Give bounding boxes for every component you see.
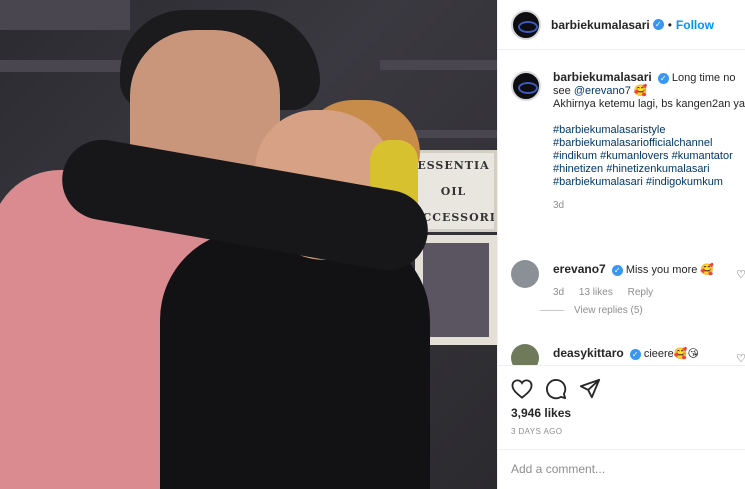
heart-icon[interactable]: ♡ [736, 352, 745, 365]
share-icon[interactable] [579, 378, 601, 400]
comment-text: Miss you more 🥰 [625, 264, 715, 276]
shelf [0, 0, 130, 30]
caption-username[interactable]: barbiekumalasari [553, 70, 652, 84]
verified-icon: ✓ [629, 348, 641, 360]
likes-count[interactable]: 3,946 likes [511, 406, 571, 420]
header-username[interactable]: barbiekumalasari [551, 18, 650, 32]
heart-icon[interactable] [511, 379, 533, 399]
divider [540, 309, 564, 311]
caption-text: barbiekumalasari ✓ Long time no see @ere… [553, 71, 745, 212]
verified-icon: ✓ [611, 264, 623, 276]
sign-line: OIL [440, 185, 467, 198]
heart-icon[interactable]: ♡ [736, 268, 745, 281]
reply-button[interactable]: Reply [628, 287, 654, 298]
view-replies-button[interactable]: View replies (5) [540, 305, 643, 316]
separator-dot: • [667, 17, 672, 32]
sign-line: ESSENTIA [417, 159, 490, 172]
follow-button[interactable]: Follow [676, 18, 714, 32]
avatar[interactable] [511, 260, 539, 288]
shelf [0, 60, 140, 72]
avatar[interactable] [511, 344, 539, 365]
post-time[interactable]: 3 DAYS AGO [511, 427, 562, 436]
comment-body: erevano7 ✓ Miss you more 🥰 [553, 263, 733, 277]
post-photo[interactable]: ESSENTIA OIL ACCESSORI [0, 0, 497, 489]
verified-icon: ✓ [657, 72, 669, 84]
avatar[interactable] [511, 9, 541, 40]
comment-time[interactable]: 3d [553, 287, 564, 298]
comment-username[interactable]: erevano7 [553, 262, 606, 276]
shelf [380, 60, 497, 70]
post-header: barbiekumalasari ✓ • Follow [498, 0, 745, 50]
comment-username[interactable]: deasykittaro [553, 346, 624, 360]
comment-icon[interactable] [545, 378, 567, 400]
caption-hashtags[interactable]: #barbiekumalasaristyle #barbiekumalasari… [553, 124, 733, 188]
caption-time[interactable]: 3d [553, 199, 745, 212]
post-sidebar: barbiekumalasari ✓ • Follow barbiekumala… [497, 0, 745, 489]
action-bar [511, 376, 601, 402]
caption-line2: Akhirnya ketemu lagi, bs kangen2an yaa [553, 98, 745, 110]
comment-likes[interactable]: 13 likes [579, 287, 613, 298]
mention-link[interactable]: @erevano7 [574, 85, 631, 97]
comment-meta: 3d 13 likes Reply [553, 287, 665, 298]
view-replies-label: View replies (5) [574, 305, 643, 316]
avatar[interactable] [511, 71, 541, 101]
comment-body: deasykittaro ✓ cieere🥰😘 [553, 347, 733, 361]
comment-text: cieere🥰😘 [643, 348, 699, 360]
caption-emoji: 🥰 [633, 85, 648, 97]
verified-icon: ✓ [652, 19, 664, 30]
add-comment-input[interactable]: Add a comment... [498, 449, 745, 489]
comments-section[interactable]: barbiekumalasari ✓ Long time no see @ere… [498, 51, 745, 366]
